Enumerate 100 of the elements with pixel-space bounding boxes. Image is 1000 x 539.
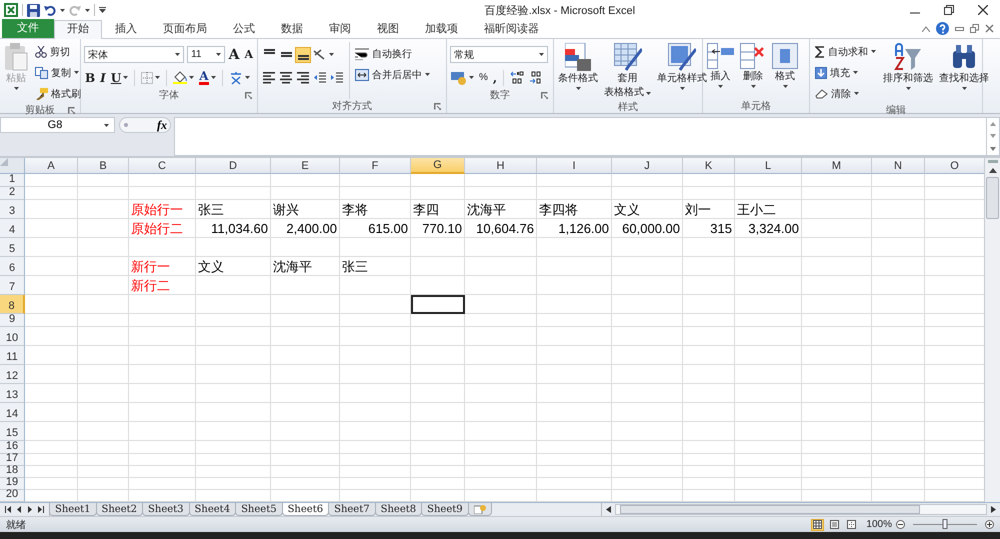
table-cell[interactable] [340, 384, 411, 403]
split-handle-icon[interactable] [988, 160, 998, 164]
table-cell[interactable] [340, 466, 411, 478]
sheet-tab[interactable]: Sheet7 [328, 503, 376, 516]
table-cell[interactable] [78, 238, 129, 257]
table-cell[interactable] [78, 454, 129, 466]
caret-icon[interactable] [85, 8, 90, 12]
insert-function-button[interactable]: fx [157, 118, 167, 132]
table-cell[interactable] [25, 187, 78, 200]
table-cell[interactable] [196, 295, 271, 314]
table-cell[interactable] [612, 384, 683, 403]
undo-icon[interactable] [44, 4, 56, 16]
table-cell[interactable] [683, 365, 735, 384]
dialog-launcher-icon[interactable] [434, 103, 441, 110]
table-cell[interactable] [129, 422, 196, 441]
table-cell[interactable] [735, 478, 802, 490]
column-header[interactable]: G [411, 158, 465, 174]
dialog-launcher-icon[interactable] [245, 92, 252, 99]
table-cell[interactable] [802, 441, 872, 454]
caret-icon[interactable] [646, 92, 651, 94]
table-cell[interactable] [872, 295, 925, 314]
percent-button[interactable]: % [478, 68, 489, 87]
table-cell[interactable] [802, 327, 872, 346]
table-cell[interactable] [537, 174, 612, 187]
table-cell[interactable] [735, 454, 802, 466]
table-cell[interactable] [537, 346, 612, 365]
table-cell[interactable] [411, 466, 465, 478]
sheet-tab[interactable]: Sheet5 [235, 503, 283, 516]
table-cell[interactable] [683, 422, 735, 441]
table-cell[interactable] [612, 257, 683, 276]
caret-icon[interactable] [750, 85, 756, 88]
column-header[interactable]: L [735, 158, 802, 174]
table-cell[interactable] [872, 384, 925, 403]
table-cell[interactable] [537, 454, 612, 466]
sheet-tab[interactable]: Sheet2 [96, 503, 144, 516]
table-cell[interactable] [537, 403, 612, 422]
sheet-tab[interactable]: Sheet6 [282, 503, 330, 516]
caret-icon[interactable] [718, 85, 723, 88]
table-cell[interactable] [872, 276, 925, 295]
caret-icon[interactable] [854, 92, 859, 95]
table-cell[interactable] [25, 200, 78, 219]
table-cell[interactable]: 原始行二 [129, 219, 196, 238]
page-break-view-button[interactable] [845, 518, 858, 530]
table-cell[interactable] [537, 384, 612, 403]
table-cell[interactable] [271, 365, 340, 384]
table-cell[interactable] [537, 478, 612, 490]
table-cell[interactable]: 1,126.00 [537, 219, 612, 238]
table-cell[interactable] [683, 327, 735, 346]
table-cell[interactable] [411, 365, 465, 384]
table-cell[interactable] [411, 422, 465, 441]
table-cell[interactable] [340, 187, 411, 200]
row-header[interactable]: 3 [0, 200, 25, 219]
table-cell[interactable] [25, 454, 78, 466]
table-cell[interactable] [872, 403, 925, 422]
sheet-tab[interactable]: Sheet8 [374, 503, 422, 516]
table-cell[interactable] [78, 187, 129, 200]
table-cell[interactable] [196, 327, 271, 346]
table-cell[interactable] [537, 314, 612, 327]
table-cell[interactable] [78, 174, 129, 187]
row-header[interactable]: 12 [0, 365, 25, 384]
table-cell[interactable] [129, 478, 196, 490]
caret-icon[interactable] [175, 53, 180, 56]
table-cell[interactable] [537, 238, 612, 257]
cut-button[interactable]: 剪切 [33, 42, 83, 61]
table-cell[interactable] [196, 174, 271, 187]
table-cell[interactable] [78, 200, 129, 219]
table-cell[interactable]: 谢兴 [271, 200, 340, 219]
table-cell[interactable]: 2,400.00 [271, 219, 340, 238]
page-layout-view-button[interactable] [828, 518, 842, 530]
zoom-slider-thumb[interactable] [942, 519, 948, 529]
table-cell[interactable] [340, 295, 411, 314]
table-cell[interactable] [735, 276, 802, 295]
customize-caret-icon[interactable] [99, 7, 106, 13]
caret-icon[interactable] [906, 87, 910, 90]
row-header[interactable]: 11 [0, 346, 25, 365]
table-cell[interactable] [271, 422, 340, 441]
restore-icon[interactable] [944, 5, 954, 15]
table-cell[interactable] [465, 365, 537, 384]
normal-view-button[interactable] [811, 518, 824, 530]
table-cell[interactable] [340, 365, 411, 384]
align-bottom-button[interactable] [295, 46, 311, 62]
row-header[interactable]: 9 [0, 314, 25, 327]
caret-icon[interactable] [60, 8, 65, 12]
zoom-in-icon[interactable] [985, 520, 994, 529]
table-cell[interactable] [25, 346, 78, 365]
table-cell[interactable] [683, 276, 735, 295]
table-cell[interactable] [872, 257, 925, 276]
table-cell[interactable] [802, 174, 872, 187]
table-cell[interactable] [271, 466, 340, 478]
table-cell[interactable] [196, 454, 271, 466]
table-cell[interactable] [683, 295, 735, 314]
table-cell[interactable] [340, 454, 411, 466]
sheet-tab[interactable]: Sheet3 [142, 503, 190, 516]
caret-icon[interactable] [244, 76, 250, 79]
table-cell[interactable]: 615.00 [340, 219, 411, 238]
table-cell[interactable] [78, 422, 129, 441]
table-cell[interactable] [872, 478, 925, 490]
row-header[interactable]: 6 [0, 257, 25, 276]
redo-icon[interactable] [69, 4, 81, 16]
column-header[interactable]: M [802, 158, 872, 174]
